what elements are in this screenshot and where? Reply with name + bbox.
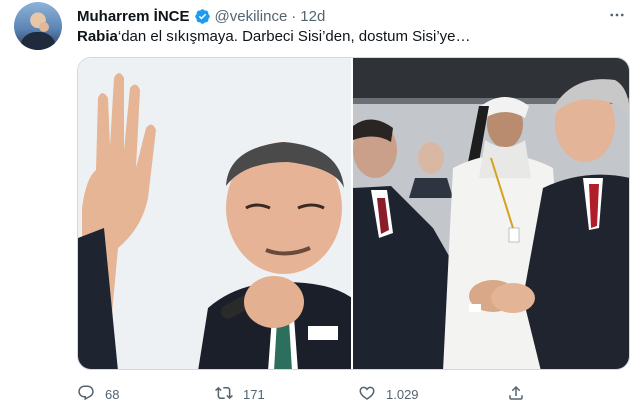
verified-badge-icon — [194, 8, 211, 25]
avatar-suit-shape — [20, 32, 56, 50]
tweet-card[interactable]: Muharrem İNCE @vekilince · 12d Rabia‘dan… — [0, 0, 640, 412]
share-icon — [507, 384, 525, 405]
like-button[interactable]: 1.029 — [358, 382, 419, 406]
reply-button[interactable]: 68 — [77, 382, 119, 406]
share-button[interactable] — [507, 382, 525, 406]
tweet-text-body: ‘dan el sıkışmaya. Darbeci Sisi’den, dos… — [117, 28, 471, 45]
reply-count: 68 — [105, 386, 120, 402]
author-handle[interactable]: @vekilince — [215, 8, 288, 25]
avatar-hand-shape — [39, 22, 49, 32]
tweet-header: Muharrem İNCE @vekilince · 12d — [77, 6, 325, 26]
photo-handshake-group — [353, 58, 629, 369]
tweet-media-grid — [77, 57, 630, 370]
header-separator: · — [291, 7, 297, 25]
media-image-left[interactable] — [78, 58, 351, 369]
tweet-text-bold: Rabia — [77, 28, 118, 45]
retweet-count: 171 — [243, 386, 265, 402]
tweet-timestamp[interactable]: 12d — [300, 8, 325, 25]
heart-icon — [358, 384, 376, 405]
media-image-right[interactable] — [353, 58, 629, 369]
retweet-button[interactable]: 171 — [215, 382, 265, 406]
like-count: 1.029 — [386, 386, 419, 402]
tweet-text: Rabia‘dan el sıkışmaya. Darbeci Sisi’den… — [77, 27, 471, 47]
photo-speaker-with-microphone — [78, 58, 351, 369]
more-options-icon[interactable] — [606, 4, 628, 26]
tweet-actions-bar: 68 171 1.029 — [77, 382, 630, 406]
author-name[interactable]: Muharrem İNCE — [77, 8, 190, 25]
retweet-icon — [215, 384, 233, 405]
reply-icon — [77, 384, 95, 405]
author-avatar[interactable] — [14, 2, 62, 50]
